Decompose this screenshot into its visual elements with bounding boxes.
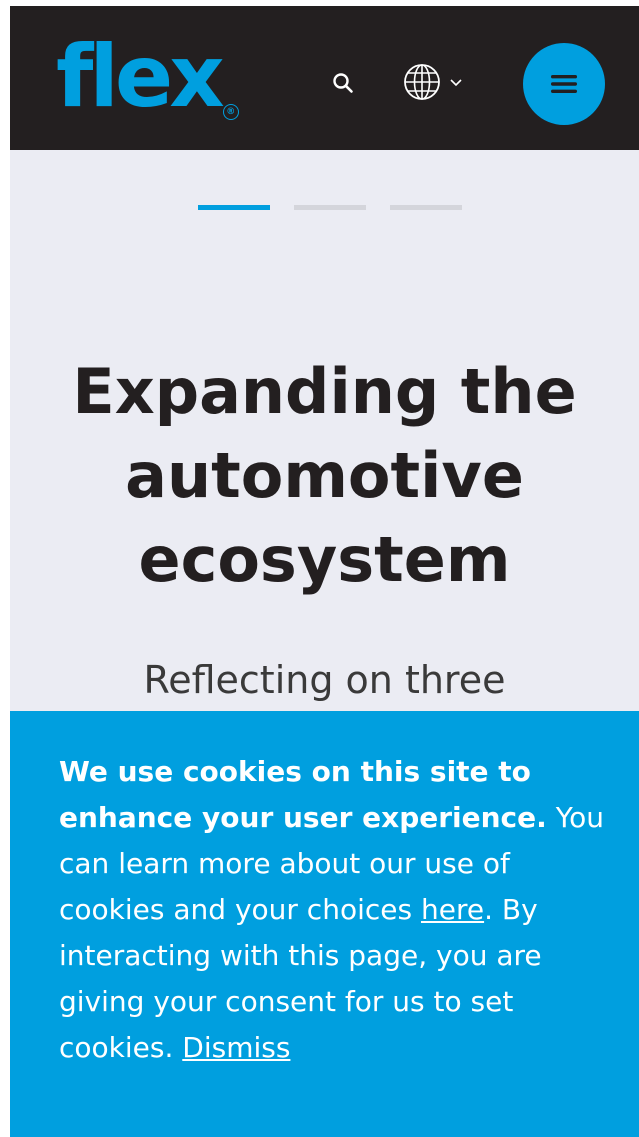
flex-logo[interactable]: flex ® bbox=[56, 22, 239, 132]
carousel-indicator-3[interactable] bbox=[390, 205, 462, 210]
hamburger-menu-icon bbox=[551, 75, 577, 93]
dismiss-button[interactable]: Dismiss bbox=[182, 1031, 290, 1064]
hero-title-line-3: ecosystem bbox=[138, 523, 511, 596]
carousel-indicator-2[interactable] bbox=[294, 205, 366, 210]
hero-title-line-2: automotive bbox=[125, 439, 524, 512]
main-menu-button[interactable] bbox=[523, 43, 605, 125]
logo-wordmark: flex bbox=[56, 27, 225, 127]
hero-title: Expanding the automotive ecosystem bbox=[10, 350, 639, 602]
page-frame: flex ® Expanding the automotive ecosyste… bbox=[10, 6, 639, 1137]
registered-mark-icon: ® bbox=[222, 104, 239, 120]
carousel-indicators bbox=[198, 205, 462, 210]
cookie-banner: We use cookies on this site to enhance y… bbox=[10, 711, 639, 1137]
hero-subtitle: Reflecting on three bbox=[143, 658, 506, 702]
cookie-heading: We use cookies on this site to enhance y… bbox=[59, 755, 547, 834]
globe-icon bbox=[404, 64, 440, 100]
cookie-policy-link[interactable]: here bbox=[421, 893, 484, 926]
site-header: flex ® bbox=[10, 6, 639, 150]
search-icon bbox=[333, 73, 353, 93]
chevron-down-icon bbox=[450, 79, 462, 87]
hero-title-line-1: Expanding the bbox=[72, 355, 577, 428]
language-selector[interactable] bbox=[402, 60, 472, 104]
carousel-indicator-1[interactable] bbox=[198, 205, 270, 210]
search-button[interactable] bbox=[328, 68, 358, 98]
